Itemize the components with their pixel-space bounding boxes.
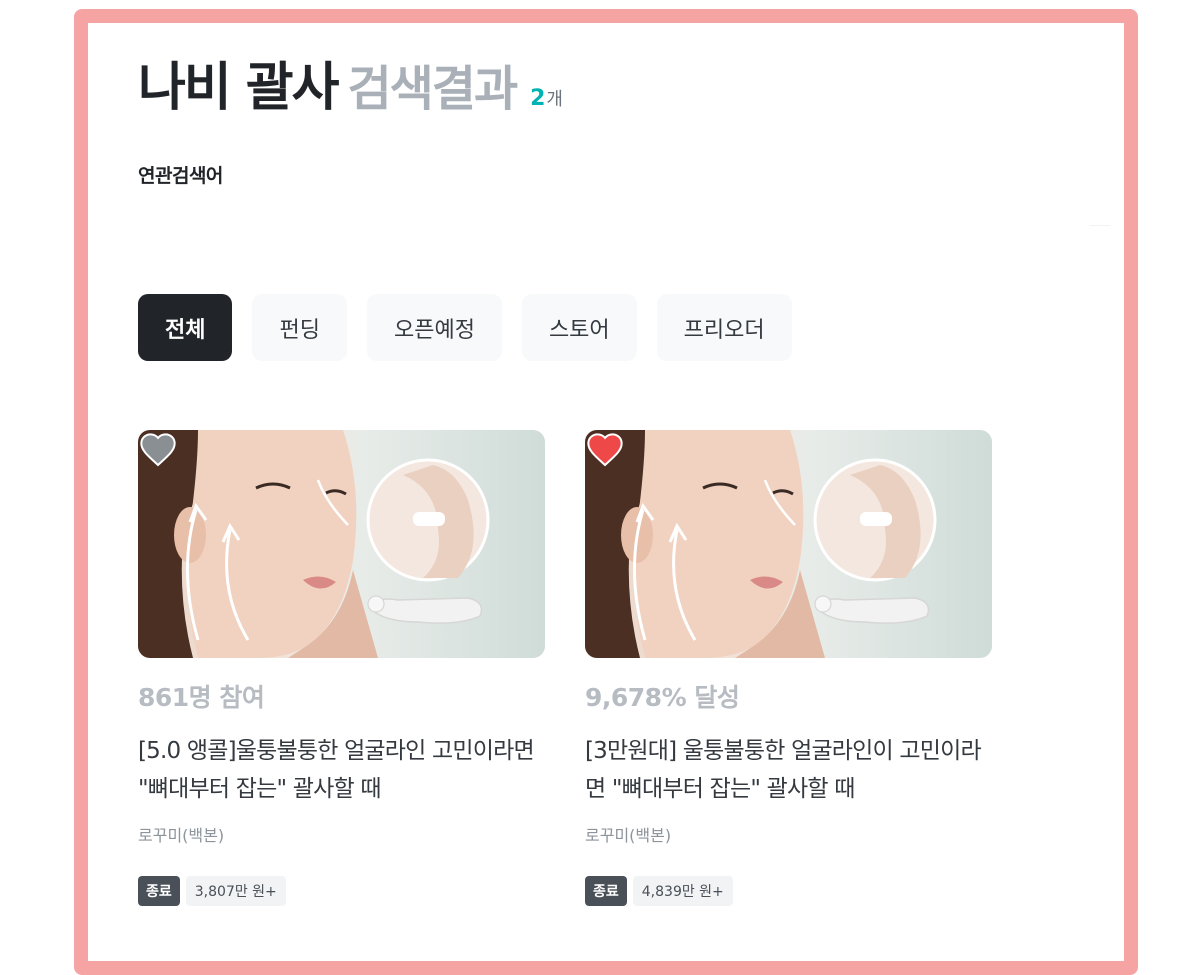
status-badge: 종료 — [138, 876, 180, 906]
amount-badge: 3,807만 원+ — [185, 876, 286, 906]
tab-upcoming[interactable]: 오픈예정 — [366, 294, 502, 361]
card-badges: 종료 3,807만 원+ — [138, 876, 545, 906]
search-keyword: 나비 괄사 — [138, 58, 339, 118]
participants-count: 861명 참여 — [138, 683, 265, 712]
maker-name: 로꾸미(백본) — [585, 826, 672, 845]
tab-preorder[interactable]: 프리오더 — [656, 294, 792, 361]
maker-name: 로꾸미(백본) — [138, 826, 225, 845]
divider — [1090, 225, 1110, 226]
search-title: 나비 괄사 검색결과 2 개 — [138, 45, 563, 120]
product-thumbnail[interactable] — [138, 430, 545, 658]
heart-icon[interactable] — [138, 430, 178, 470]
search-results-label: 검색결과 — [347, 61, 518, 117]
achievement-rate: 9,678% 달성 — [585, 683, 740, 712]
search-results-panel: 나비 괄사 검색결과 2 개 연관검색어 전체 펀딩 오픈예정 스토어 프리오더 — [88, 23, 1124, 961]
product-card[interactable]: 861명 참여 [5.0 앵콜]울퉁불퉁한 얼굴라인 고민이라면 "뼈대부터 잡… — [138, 430, 545, 906]
product-thumbnail[interactable] — [585, 430, 992, 658]
tab-funding[interactable]: 펀딩 — [252, 294, 347, 361]
category-tabs: 전체 펀딩 오픈예정 스토어 프리오더 — [138, 294, 792, 361]
result-count-unit: 개 — [546, 89, 563, 110]
product-card[interactable]: 9,678% 달성 [3만원대] 울퉁불퉁한 얼굴라인이 고민이라면 "뼈대부터… — [585, 430, 992, 906]
product-title[interactable]: [3만원대] 울퉁불퉁한 얼굴라인이 고민이라면 "뼈대부터 잡는" 괄사할 때 — [585, 732, 995, 808]
product-image — [585, 430, 937, 658]
heart-icon[interactable] — [585, 430, 625, 470]
product-image — [138, 430, 490, 658]
tab-all[interactable]: 전체 — [138, 294, 233, 361]
result-count: 2 — [530, 86, 546, 111]
product-title[interactable]: [5.0 앵콜]울퉁불퉁한 얼굴라인 고민이라면 "뼈대부터 잡는" 괄사할 때 — [138, 732, 548, 808]
highlight-frame: 나비 괄사 검색결과 2 개 연관검색어 전체 펀딩 오픈예정 스토어 프리오더 — [74, 9, 1138, 975]
status-badge: 종료 — [585, 876, 627, 906]
card-badges: 종료 4,839만 원+ — [585, 876, 992, 906]
tab-store[interactable]: 스토어 — [521, 294, 637, 361]
related-keywords-label: 연관검색어 — [138, 165, 223, 187]
amount-badge: 4,839만 원+ — [632, 876, 733, 906]
result-cards: 861명 참여 [5.0 앵콜]울퉁불퉁한 얼굴라인 고민이라면 "뼈대부터 잡… — [138, 430, 992, 906]
